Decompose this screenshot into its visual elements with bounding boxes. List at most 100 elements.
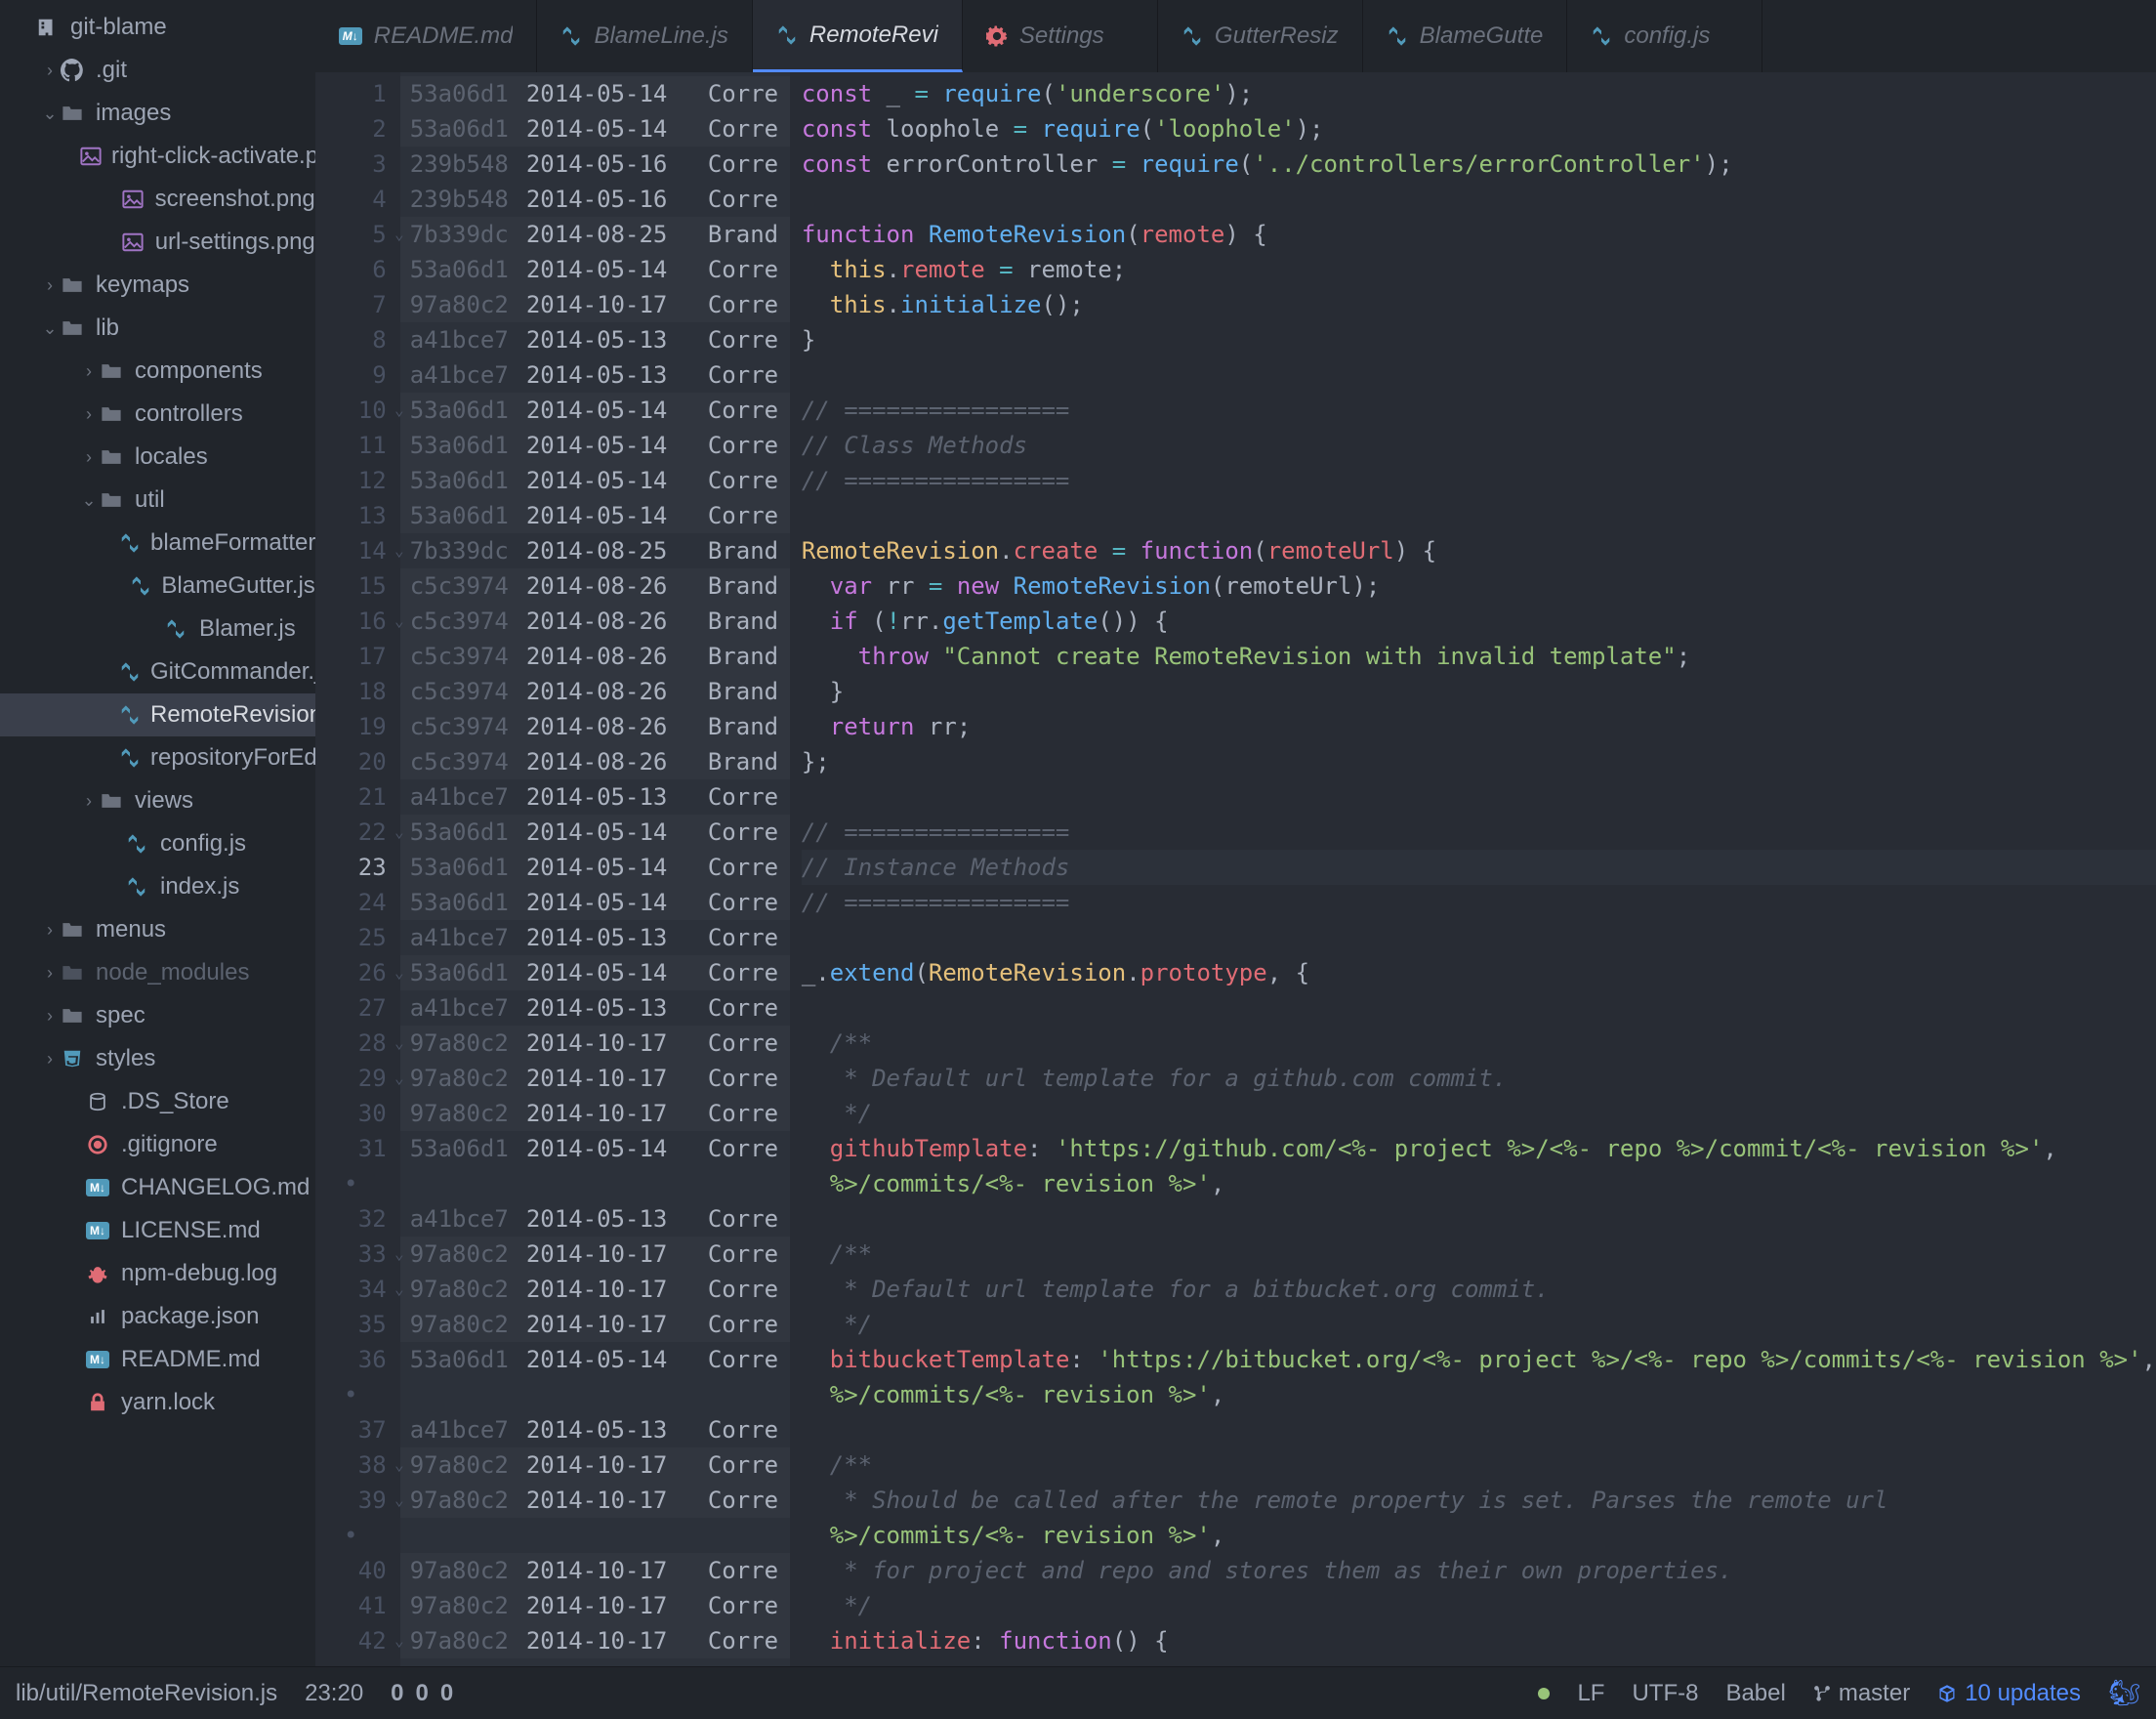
line-number[interactable]: 17 <box>315 639 400 674</box>
blame-row[interactable]: 53a06d12014-05-14Corre <box>400 885 790 920</box>
code-line[interactable]: const errorController = require('../cont… <box>802 147 2156 182</box>
line-number[interactable]: 11 <box>315 428 400 463</box>
line-number[interactable]: 30 <box>315 1096 400 1131</box>
code-line[interactable] <box>802 498 2156 533</box>
code-line[interactable] <box>802 990 2156 1026</box>
chevron-icon[interactable]: › <box>80 447 98 468</box>
tree-item-readme-md[interactable]: M↓README.md <box>0 1338 315 1381</box>
fold-icon[interactable]: ⌄ <box>394 815 404 850</box>
tree-item-repositoryforeditorpath-js[interactable]: repositoryForEditorPath.js <box>0 736 315 779</box>
status-encoding[interactable]: UTF-8 <box>1632 1680 1698 1707</box>
chevron-icon[interactable]: › <box>41 920 59 941</box>
fold-icon[interactable]: ⌄ <box>394 1026 404 1061</box>
tree-item-node-modules[interactable]: ›node_modules <box>0 951 315 994</box>
code-line[interactable]: * Default url template for a github.com … <box>802 1061 2156 1096</box>
tree-item-right-click-activate-png[interactable]: right-click-activate.png <box>0 135 315 178</box>
blame-row[interactable]: 53a06d12014-05-14Corre <box>400 815 790 850</box>
line-gutter[interactable]: 12345⌄678910⌄11121314⌄1516⌄171819202122⌄… <box>315 72 400 1666</box>
code-line[interactable] <box>802 920 2156 955</box>
tree-item-menus[interactable]: ›menus <box>0 908 315 951</box>
line-number[interactable]: 36 <box>315 1342 400 1377</box>
blame-row[interactable]: 97a80c22014-10-17Corre <box>400 1096 790 1131</box>
line-number[interactable]: 29⌄ <box>315 1061 400 1096</box>
blame-row[interactable]: 53a06d12014-05-14Corre <box>400 252 790 287</box>
chevron-icon[interactable]: › <box>41 963 59 984</box>
blame-row[interactable]: 97a80c22014-10-17Corre <box>400 1272 790 1307</box>
code-line[interactable]: _.extend(RemoteRevision.prototype, { <box>802 955 2156 990</box>
line-number[interactable]: 1 <box>315 76 400 111</box>
code-line[interactable]: const _ = require('underscore'); <box>802 76 2156 111</box>
code-line[interactable]: * Default url template for a bitbucket.o… <box>802 1272 2156 1307</box>
chevron-icon[interactable]: › <box>41 1006 59 1027</box>
code-line[interactable]: this.initialize(); <box>802 287 2156 322</box>
tree-item-spec[interactable]: ›spec <box>0 994 315 1037</box>
blame-row[interactable]: c5c39742014-08-26Brand <box>400 674 790 709</box>
code-line[interactable] <box>802 1412 2156 1447</box>
fold-icon[interactable]: ⌄ <box>394 1061 404 1096</box>
fold-icon[interactable]: ⌄ <box>394 1447 404 1483</box>
chevron-icon[interactable]: › <box>80 361 98 382</box>
blame-row[interactable]: 97a80c22014-10-17Corre <box>400 1026 790 1061</box>
tree-item-remoterevision-js[interactable]: RemoteRevision.js <box>0 693 315 736</box>
code-line[interactable]: // ================ <box>802 393 2156 428</box>
line-number[interactable]: 18 <box>315 674 400 709</box>
line-number[interactable]: 22⌄ <box>315 815 400 850</box>
line-number[interactable]: 37 <box>315 1412 400 1447</box>
fold-icon[interactable]: ⌄ <box>394 393 404 428</box>
code-line[interactable]: /** <box>802 1447 2156 1483</box>
line-number[interactable]: 9 <box>315 357 400 393</box>
line-number[interactable]: 15 <box>315 568 400 604</box>
blame-row[interactable]: 7b339dc2014-08-25Brand <box>400 533 790 568</box>
code-line[interactable]: */ <box>802 1096 2156 1131</box>
chevron-icon[interactable]: ⌄ <box>80 490 98 511</box>
tree-item-blamegutter-js[interactable]: BlameGutter.js <box>0 565 315 608</box>
chevron-icon[interactable]: › <box>80 404 98 425</box>
code-line[interactable]: // Instance Methods <box>802 850 2156 885</box>
code-line[interactable]: } <box>802 674 2156 709</box>
blame-row[interactable]: 97a80c22014-10-17Corre <box>400 1623 790 1658</box>
blame-row[interactable]: 53a06d12014-05-14Corre <box>400 1131 790 1166</box>
status-grammar[interactable]: Babel <box>1725 1680 1785 1707</box>
blame-row[interactable]: 53a06d12014-05-14Corre <box>400 393 790 428</box>
blame-row[interactable]: 97a80c22014-10-17Corre <box>400 1447 790 1483</box>
blame-row[interactable]: a41bce72014-05-13Corre <box>400 357 790 393</box>
blame-row[interactable]: 97a80c22014-10-17Corre <box>400 1307 790 1342</box>
status-cursor[interactable]: 23:20 <box>305 1680 363 1707</box>
tree-item-config-js[interactable]: config.js <box>0 822 315 865</box>
blame-row[interactable]: a41bce72014-05-13Corre <box>400 322 790 357</box>
line-number[interactable]: 25 <box>315 920 400 955</box>
line-number[interactable]: 4 <box>315 182 400 217</box>
code-line[interactable]: return rr; <box>802 709 2156 744</box>
status-line-ending[interactable]: LF <box>1577 1680 1604 1707</box>
code-line[interactable]: function RemoteRevision(remote) { <box>802 217 2156 252</box>
code-line[interactable]: // ================ <box>802 885 2156 920</box>
fold-icon[interactable]: ⌄ <box>394 533 404 568</box>
tree-item-license-md[interactable]: M↓LICENSE.md <box>0 1209 315 1252</box>
blame-gutter[interactable]: 53a06d12014-05-14Corre 53a06d12014-05-14C… <box>400 72 790 1666</box>
blame-row[interactable]: a41bce72014-05-13Corre <box>400 990 790 1026</box>
blame-row[interactable]: c5c39742014-08-26Brand <box>400 639 790 674</box>
tree-item-changelog-md[interactable]: M↓CHANGELOG.md <box>0 1166 315 1209</box>
line-number[interactable]: 14⌄ <box>315 533 400 568</box>
line-number[interactable]: 12 <box>315 463 400 498</box>
fold-icon[interactable]: ⌄ <box>394 604 404 639</box>
line-number[interactable]: 6 <box>315 252 400 287</box>
code-line[interactable]: }; <box>802 744 2156 779</box>
blame-row[interactable]: a41bce72014-05-13Corre <box>400 920 790 955</box>
line-number[interactable]: 42⌄ <box>315 1623 400 1658</box>
code-line[interactable]: var rr = new RemoteRevision(remoteUrl); <box>802 568 2156 604</box>
tab-gutterresiz[interactable]: GutterResiz <box>1158 0 1363 72</box>
blame-row[interactable]: 53a06d12014-05-14Corre <box>400 1342 790 1377</box>
tree-item-screenshot-png[interactable]: screenshot.png <box>0 178 315 221</box>
line-number[interactable]: 7 <box>315 287 400 322</box>
line-number[interactable]: 19 <box>315 709 400 744</box>
code-line[interactable]: * for project and repo and stores them a… <box>802 1553 2156 1588</box>
line-number[interactable]: 34⌄ <box>315 1272 400 1307</box>
blame-row[interactable]: 7b339dc2014-08-25Brand <box>400 217 790 252</box>
blame-row[interactable]: 97a80c22014-10-17Corre <box>400 1483 790 1518</box>
tab-remoterevi[interactable]: RemoteRevi <box>753 0 963 72</box>
tree-item-images[interactable]: ⌄images <box>0 92 315 135</box>
tree-item-yarn-lock[interactable]: yarn.lock <box>0 1381 315 1424</box>
blame-row[interactable]: a41bce72014-05-13Corre <box>400 779 790 815</box>
line-number[interactable]: 2 <box>315 111 400 147</box>
